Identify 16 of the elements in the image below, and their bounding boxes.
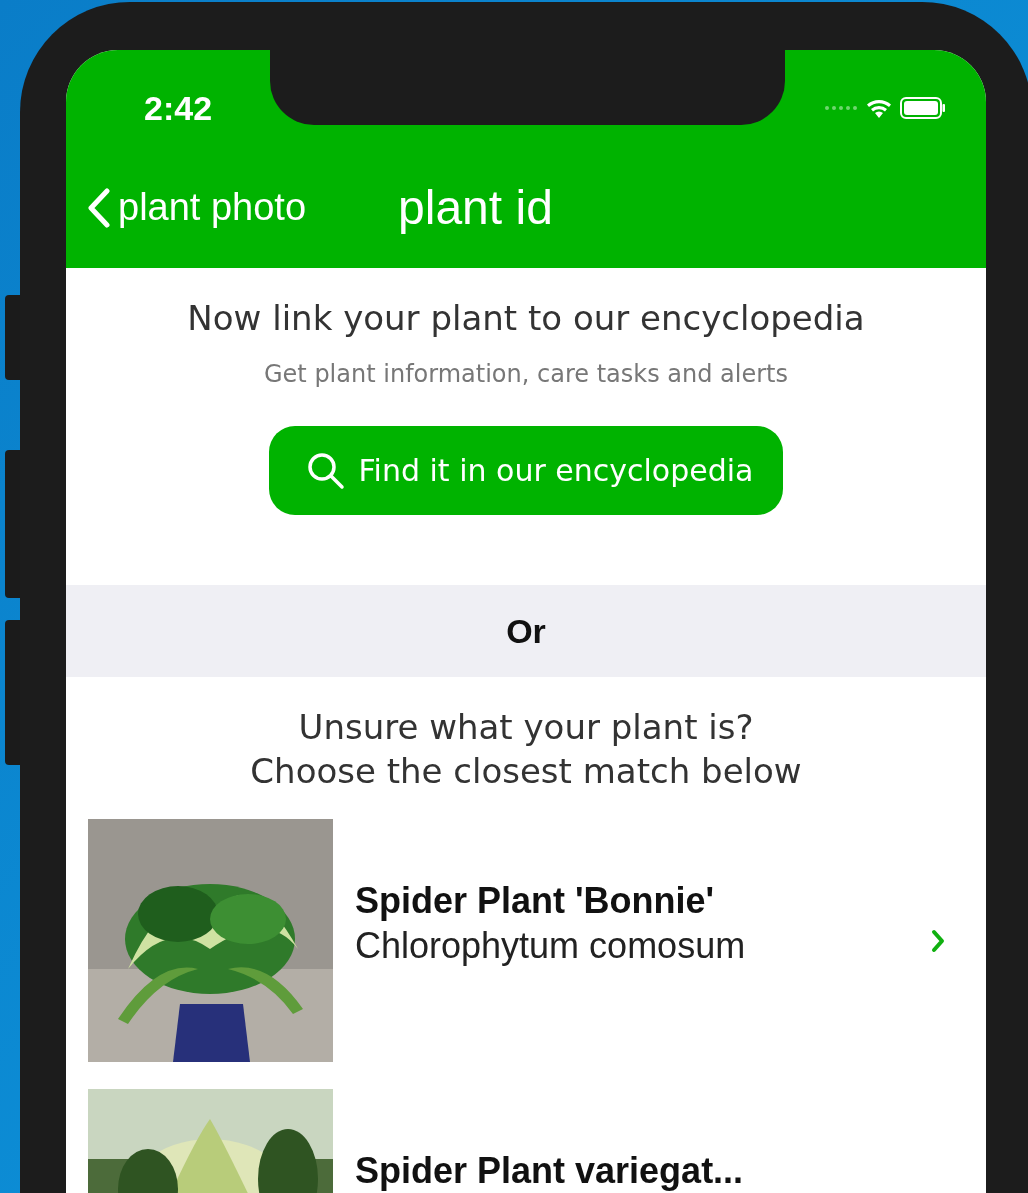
prompt-text: Unsure what your plant is?: [298, 706, 754, 749]
plant-latin-name: Chlorophytum comosum: [355, 925, 747, 967]
status-time: 2:42: [144, 88, 213, 128]
back-button[interactable]: plant photo: [86, 186, 307, 229]
plant-name: Spider Plant 'Bonnie': [355, 881, 716, 921]
signal-icon: [824, 104, 858, 112]
battery-icon: [900, 97, 946, 119]
plant-name: Spider Plant variegat...: [355, 1151, 745, 1191]
heading: Now link your plant to our encyclopedia: [187, 298, 865, 338]
prompt-text: Choose the closest match below: [250, 750, 802, 793]
subheading: Get plant information, care tasks and alerts: [264, 360, 788, 388]
chevron-right-icon[interactable]: [930, 927, 946, 954]
find-button[interactable]: Find it in our encyclopedia: [268, 426, 784, 515]
screen-title: plant id: [398, 180, 553, 235]
chevron-left-icon: [86, 187, 112, 228]
divider-label: Or: [506, 611, 546, 651]
